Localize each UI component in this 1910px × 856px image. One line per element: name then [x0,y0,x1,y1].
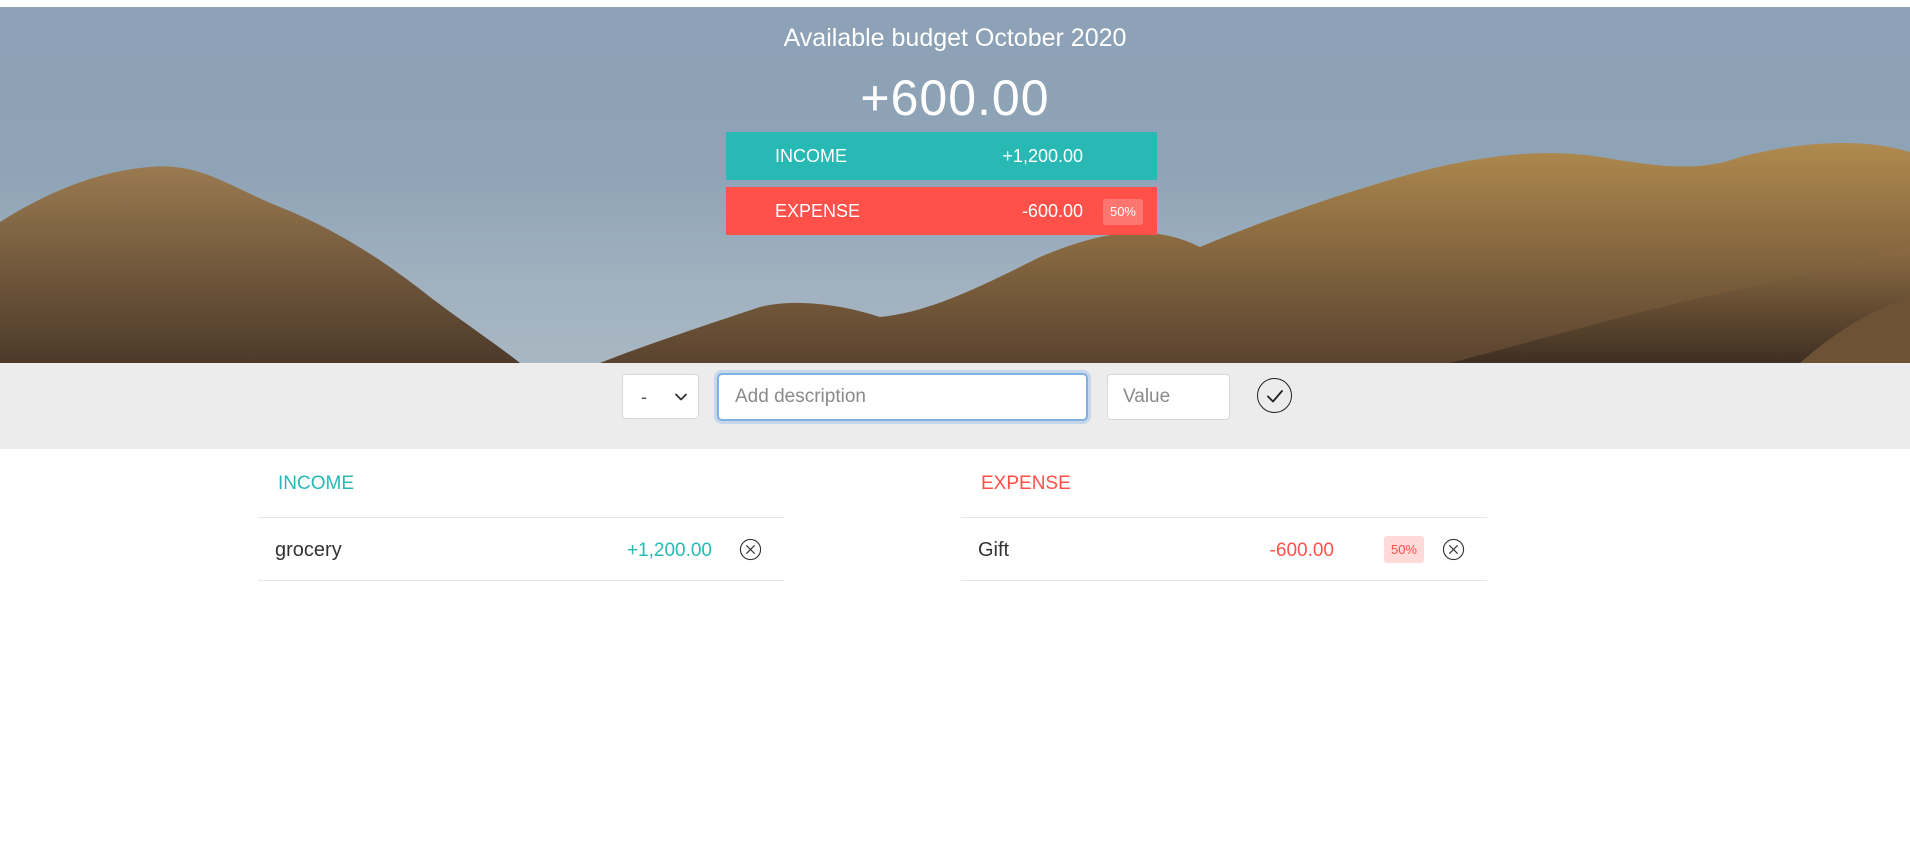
value-input[interactable] [1107,374,1230,420]
expense-list-title: EXPENSE [981,473,1071,494]
income-list: INCOME grocery +1,200.00 [258,449,784,581]
income-list-title: INCOME [278,473,354,494]
expense-summary-value: -600.00 [1021,201,1083,221]
add-item-bar: - [0,363,1910,449]
list-item: grocery +1,200.00 [258,517,784,581]
type-select-value: - [641,387,647,407]
budget-header: Available budget October 2020 +600.00 IN… [0,7,1910,363]
checkmark-icon [1267,390,1283,403]
item-value: -600.00 [1269,540,1334,561]
expense-summary: EXPENSE -600.00 50% [726,187,1157,235]
item-description: grocery [275,539,342,561]
chevron-down-icon [675,393,687,401]
type-select[interactable]: - [622,374,699,419]
item-percentage-badge: 50% [1383,536,1424,563]
list-item: Gift -600.00 50% [961,517,1487,581]
available-budget-value: +600.00 [860,70,1050,126]
item-description: Gift [978,539,1010,561]
expense-list: EXPENSE Gift -600.00 50% [961,449,1487,581]
expense-summary-label: EXPENSE [775,201,861,221]
income-summary: INCOME +1,200.00 [726,132,1157,180]
description-input[interactable] [717,373,1088,421]
delete-icon[interactable] [1442,538,1465,561]
delete-icon[interactable] [739,538,762,561]
item-value: +1,200.00 [626,540,712,561]
background-hills-image [0,142,1910,363]
add-item-button[interactable] [1257,378,1292,413]
income-summary-label: INCOME [775,146,847,166]
top-strip [0,0,1910,7]
budget-title: Available budget October 2020 [783,24,1127,52]
expense-percentage-badge: 50% [1102,199,1143,225]
income-summary-value: +1,200.00 [1002,146,1083,166]
